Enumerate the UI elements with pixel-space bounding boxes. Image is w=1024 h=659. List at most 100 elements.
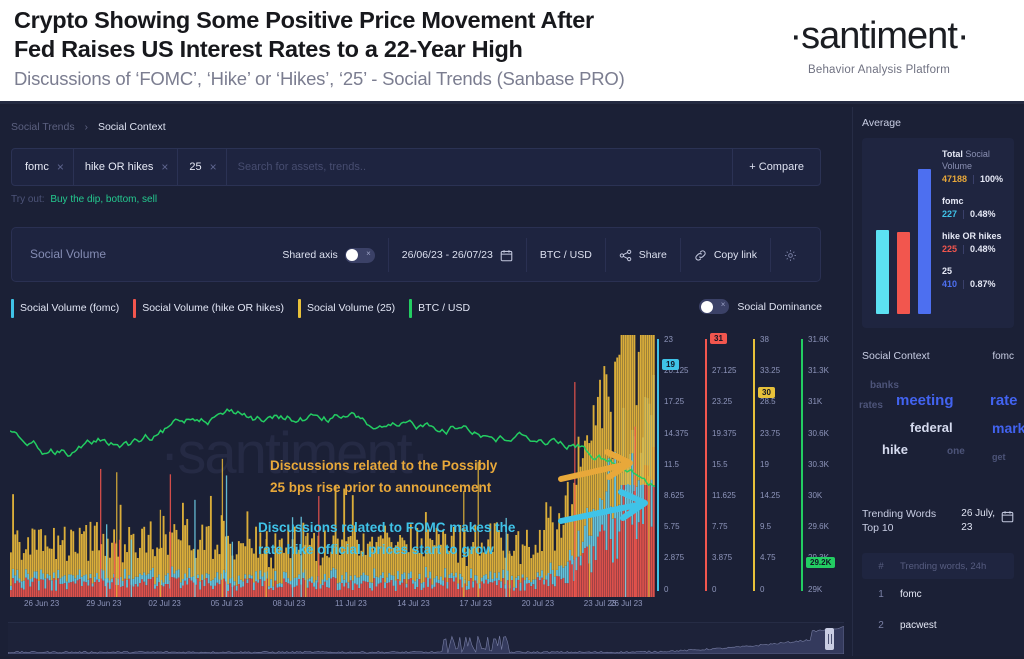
word-cloud-word[interactable]: one	[947, 446, 965, 457]
breadcrumb-current: Social Context	[97, 121, 166, 133]
word-cloud-word[interactable]: mark	[992, 420, 1024, 436]
date-range-value: 26/06/23 - 26/07/23	[401, 249, 493, 261]
legend-item-fomc[interactable]: Social Volume (fomc)	[11, 298, 120, 318]
calendar-icon	[1001, 510, 1014, 523]
average-row-hike: hike OR hikes 225 0.48%	[942, 230, 1012, 254]
search-chip-fomc[interactable]: fomc ×	[12, 148, 74, 186]
divider	[963, 244, 965, 254]
annotation-gold-line-1: Discussions related to the Possibly	[270, 458, 498, 473]
table-row[interactable]: 2 pacwest	[862, 610, 1014, 641]
axis-tick-label: 7.75	[712, 522, 728, 532]
y-axis-25[interactable]: 38 33.25 28.5 23.75 19 14.25 9.5 4.75 0 30	[753, 335, 805, 597]
average-percent: 0.48%	[970, 244, 996, 254]
axis-tick-label: 23.25	[712, 397, 733, 407]
toggle-switch[interactable]: ×	[344, 247, 375, 263]
close-icon[interactable]: ×	[210, 160, 217, 174]
axis-tick-label: 31K	[808, 397, 823, 407]
y-axis-fomc[interactable]: 23 20.125 17.25 14.375 11.5 8.625 5.75 2.875 0 19	[657, 335, 709, 597]
shared-axis-toggle[interactable]: Shared axis ×	[269, 238, 387, 272]
word-cloud-word[interactable]: rates	[859, 400, 883, 411]
word-cloud-word[interactable]: get	[992, 452, 1006, 462]
legend-label: Social Volume (fomc)	[20, 302, 120, 314]
trending-title-line-2: Top 10	[862, 522, 894, 534]
legend-color-swatch	[298, 298, 302, 318]
axis-line	[705, 339, 707, 591]
word-cloud-word[interactable]: rate	[990, 392, 1018, 409]
headline-line-1: Crypto Showing Some Positive Price Movem…	[14, 7, 594, 33]
legend-color-swatch	[11, 298, 14, 318]
brand-tagline: Behavior Analysis Platform	[808, 64, 950, 76]
add-compare-button[interactable]: + Compare	[732, 148, 820, 186]
y-axis-hike-or-hikes[interactable]: 3127.12523.2519.37515.511.6257.753.87503…	[705, 333, 757, 597]
legend-color-swatch	[133, 298, 137, 318]
x-axis-tick-label: 05 Jul 23	[210, 599, 244, 608]
share-label: Share	[638, 249, 667, 261]
column-header-word: Trending words, 24h	[900, 560, 987, 572]
asset-label: BTC / USD	[539, 249, 592, 261]
copy-link-button[interactable]: Copy link	[679, 238, 770, 272]
breadcrumb-parent[interactable]: Social Trends	[11, 121, 75, 133]
annotation-cyan: Discussions related to FOMC makes the ra…	[258, 517, 515, 561]
legend-item-btc-usd[interactable]: BTC / USD	[409, 298, 470, 318]
x-axis-tick-label: 29 Jun 23	[86, 599, 122, 608]
trending-words-table: # Trending words, 24h 1 fomc 2 pacwest	[862, 553, 1014, 641]
divider	[963, 279, 965, 289]
legend-item-25[interactable]: Social Volume (25)	[298, 298, 396, 318]
x-axis-tick-label: 11 Jul 23	[335, 599, 367, 608]
search-input[interactable]	[226, 149, 733, 185]
axis-tick-label: 27.125	[712, 366, 737, 376]
average-row-total: Total Social Volume 47188 100%	[942, 148, 1012, 184]
toggle-knob	[346, 249, 359, 261]
legend-label: Social Volume (25)	[307, 302, 396, 314]
social-dominance-toggle[interactable]: × Social Dominance	[699, 299, 822, 314]
right-sidebar: Average Total Social Volume 47188 100% f…	[852, 107, 1024, 656]
social-context-word-cloud[interactable]: banks rates meeting rate federal mark hike one g…	[852, 372, 1024, 467]
legend-item-hike-or-hikes[interactable]: Social Volume (hike OR hikes)	[133, 298, 284, 318]
y-axis-btc-usd[interactable]: 31.6K31.3K31K30.6K30.3K30K29.6K29.3K29K2…	[801, 335, 853, 597]
word-cloud-word[interactable]: hike	[882, 442, 908, 457]
table-row[interactable]: 1 fomc	[862, 579, 1014, 610]
toggle-off-icon: ×	[366, 248, 371, 258]
row-rank: 2	[878, 620, 884, 631]
asset-selector[interactable]: BTC / USD	[525, 238, 605, 272]
headline-subtitle: Discussions of ‘FOMC’, ‘Hike’ or ‘Hikes’…	[14, 68, 625, 89]
trending-date-picker[interactable]: 26 July, 23	[961, 507, 1014, 535]
shared-axis-label: Shared axis	[282, 249, 338, 261]
chart-settings-button[interactable]	[770, 238, 810, 272]
average-bar-fomc	[876, 230, 889, 314]
search-chip-hike-or-hikes[interactable]: hike OR hikes ×	[74, 148, 179, 186]
close-icon[interactable]: ×	[57, 160, 64, 174]
average-percent: 0.48%	[970, 209, 996, 219]
word-cloud-word[interactable]: federal	[910, 420, 953, 435]
axis-current-value-badge: 19	[662, 359, 679, 370]
chip-label: hike OR hikes	[84, 161, 154, 173]
search-bar[interactable]: fomc × hike OR hikes × 25 × + Compare	[11, 148, 821, 186]
copy-link-label: Copy link	[713, 249, 757, 261]
axis-tick-label: 31.3K	[808, 366, 829, 376]
close-icon[interactable]: ×	[161, 160, 168, 174]
minimap-range-handle[interactable]	[825, 628, 834, 650]
share-button[interactable]: Share	[604, 238, 680, 272]
chart-legend: Social Volume (fomc) Social Volume (hike…	[11, 297, 484, 319]
word-cloud-word[interactable]: meeting	[896, 392, 954, 409]
average-legend: Total Social Volume 47188 100% fomc 227	[942, 148, 1012, 300]
axis-tick-label: 2.875	[664, 553, 685, 563]
divider	[963, 209, 965, 219]
chart-toolbar-card: Social Volume Shared axis × 26/06/23 - 2…	[11, 227, 821, 282]
search-chip-25[interactable]: 25 ×	[178, 148, 227, 186]
date-range-picker[interactable]: 26/06/23 - 26/07/23	[387, 238, 526, 272]
axis-tick-label: 30K	[808, 491, 823, 500]
annotation-gold: Discussions related to the Possibly 25 b…	[270, 455, 497, 499]
average-bar-chart	[876, 164, 932, 314]
row-word: fomc	[900, 589, 922, 600]
social-context-header: Social Context fomc	[862, 350, 1014, 362]
chart-minimap[interactable]	[7, 622, 845, 655]
axis-tick-label: 4.75	[760, 553, 776, 563]
try-out-link[interactable]: Buy the dip, bottom, sell	[50, 194, 157, 205]
social-context-selected-word[interactable]: fomc	[992, 351, 1014, 362]
toggle-switch[interactable]: ×	[699, 299, 730, 314]
word-cloud-word[interactable]: banks	[870, 380, 899, 391]
social-context-heading: Social Context	[862, 350, 930, 362]
average-heading: Average	[862, 117, 901, 129]
axis-tick-label: 11.625	[712, 491, 736, 500]
